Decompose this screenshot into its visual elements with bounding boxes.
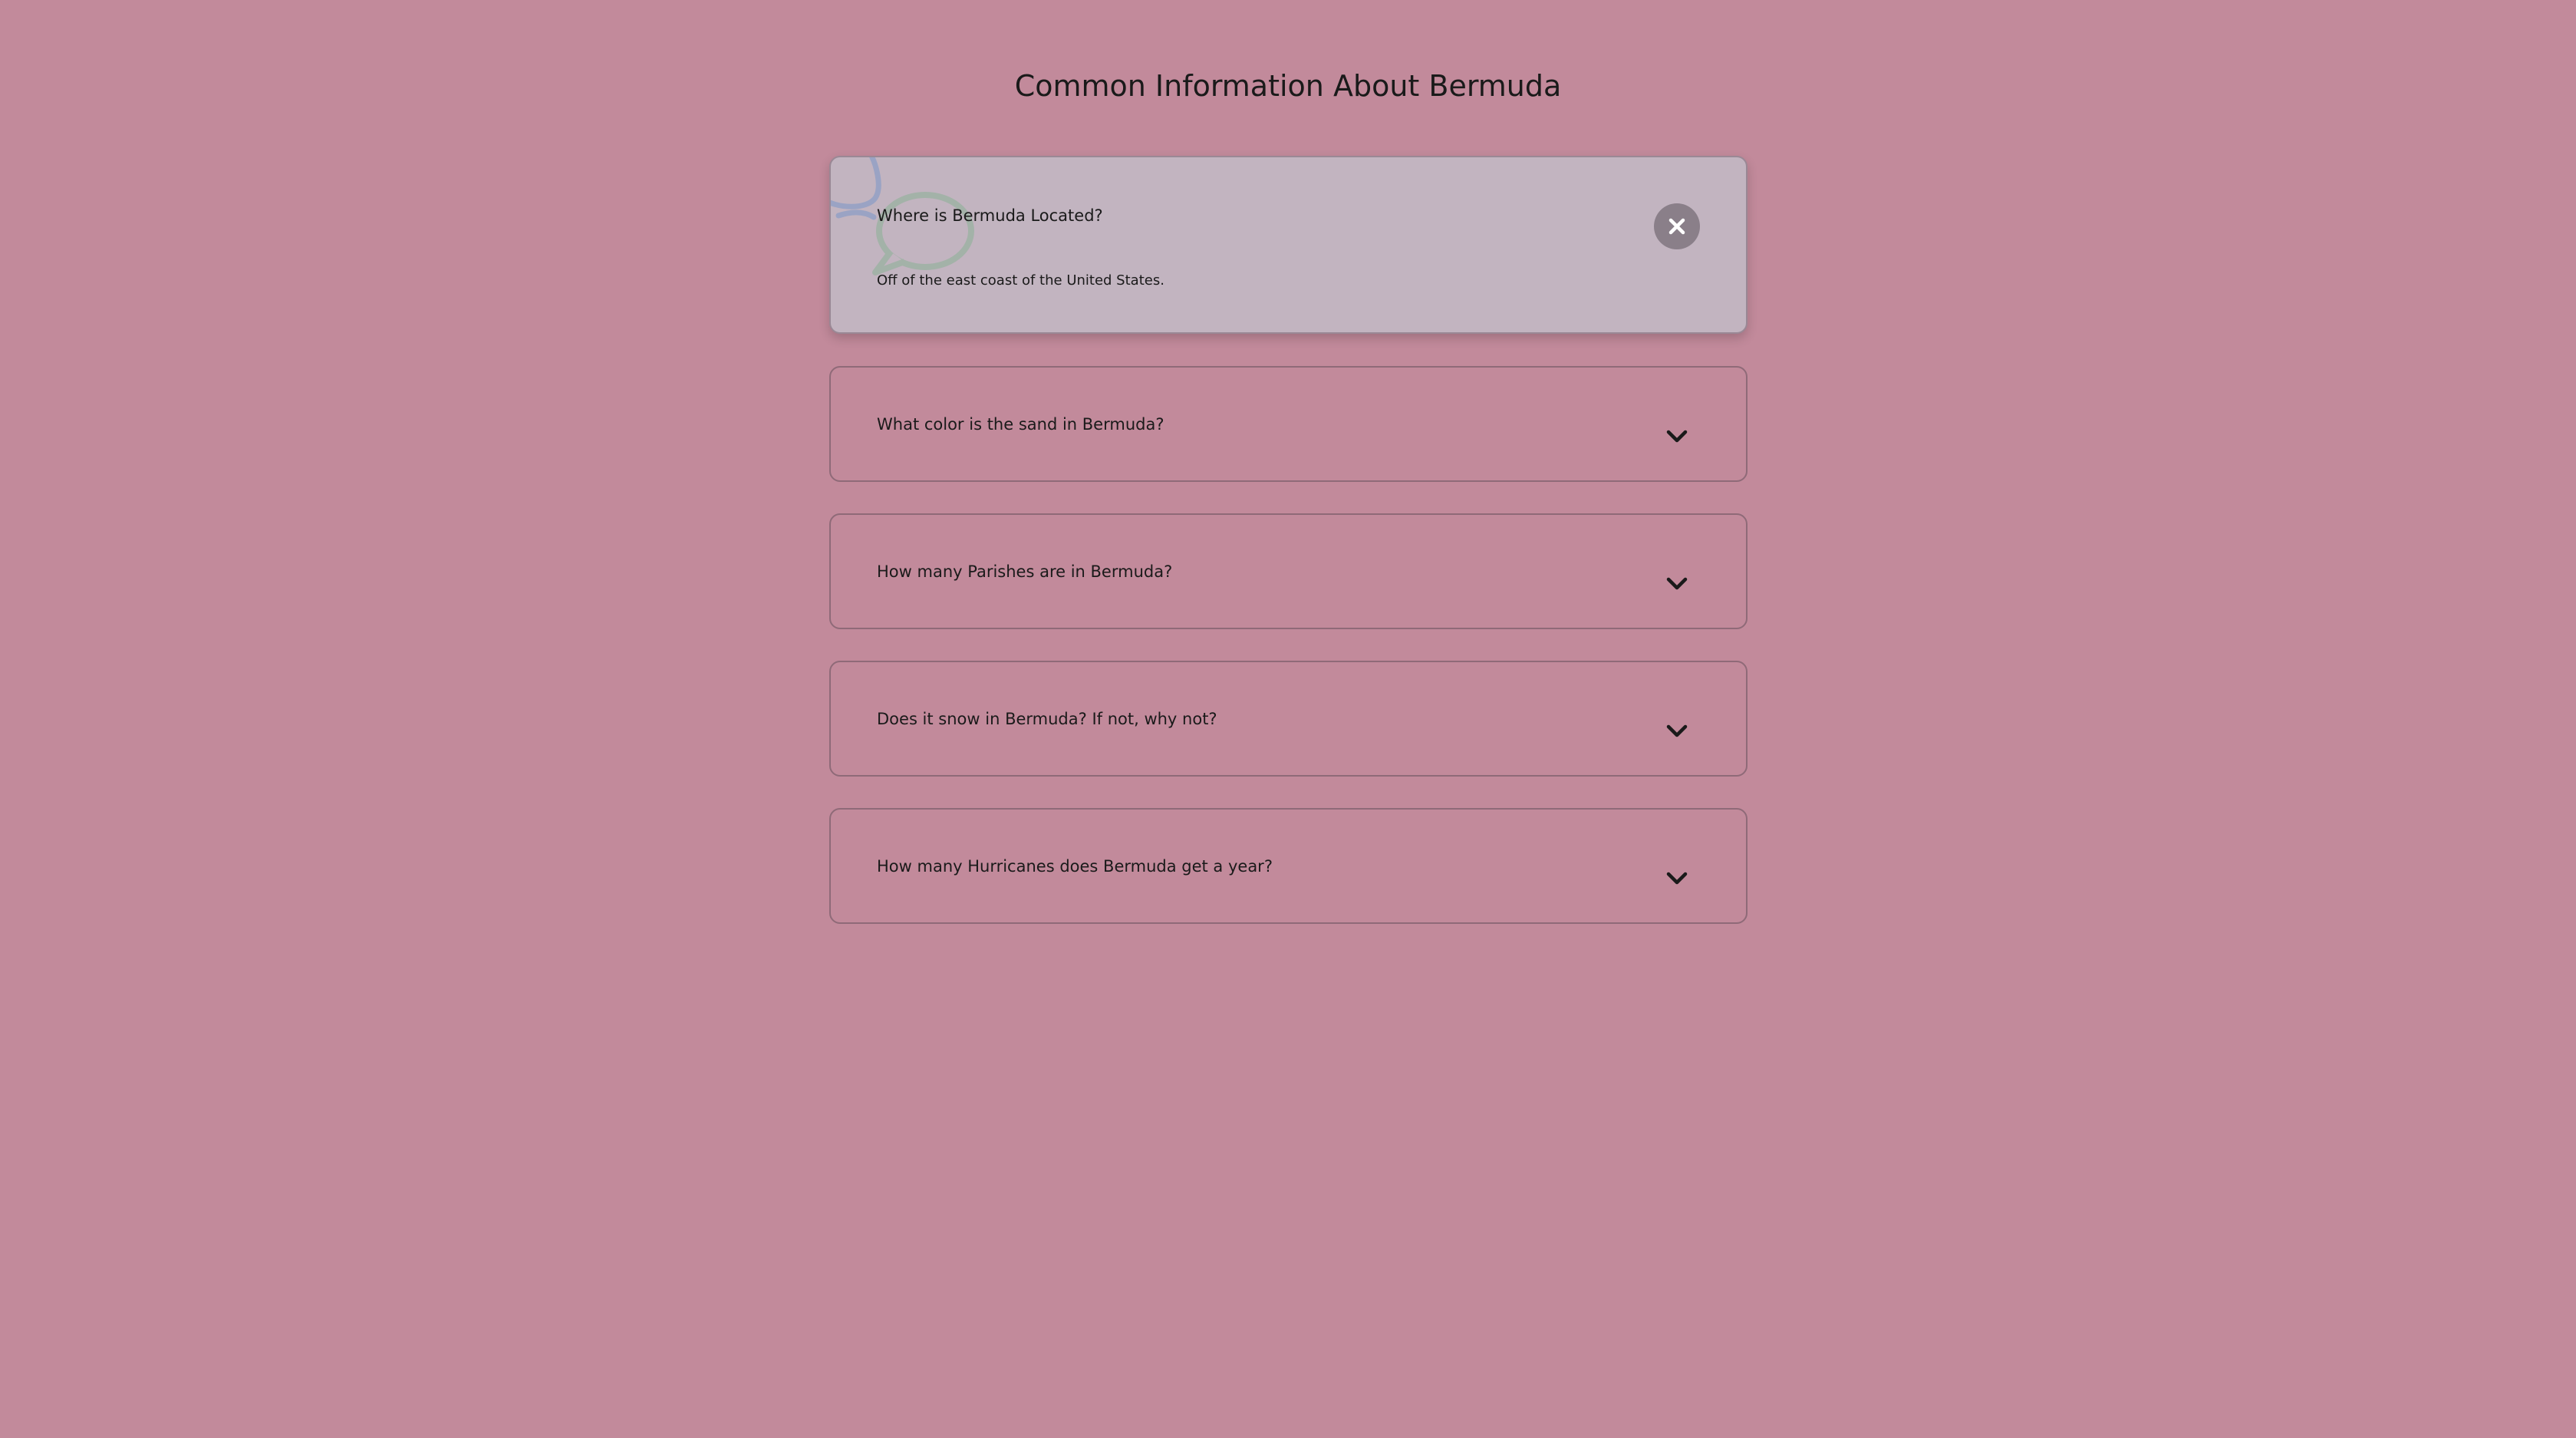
faq-item[interactable]: What color is the sand in Bermuda? <box>829 366 1748 482</box>
chevron-down-icon <box>1666 577 1688 590</box>
faq-item[interactable]: How many Parishes are in Bermuda? <box>829 513 1748 629</box>
expand-button[interactable] <box>1654 708 1700 754</box>
chevron-down-icon <box>1666 430 1688 443</box>
expand-button[interactable] <box>1654 561 1700 607</box>
page-title: Common Information About Bermuda <box>1014 69 1562 103</box>
faq-question: Does it snow in Bermuda? If not, why not… <box>877 710 1217 728</box>
faq-question: What color is the sand in Bermuda? <box>877 415 1164 434</box>
faq-item[interactable]: How many Hurricanes does Bermuda get a y… <box>829 808 1748 924</box>
chevron-down-icon <box>1666 724 1688 737</box>
expand-button[interactable] <box>1654 856 1700 902</box>
close-button[interactable] <box>1654 203 1700 249</box>
faq-question: Where is Bermuda Located? <box>877 206 1103 225</box>
faq-question: How many Parishes are in Bermuda? <box>877 562 1173 581</box>
expand-button[interactable] <box>1654 414 1700 460</box>
faq-item[interactable]: Does it snow in Bermuda? If not, why not… <box>829 661 1748 777</box>
close-icon <box>1668 218 1685 235</box>
faq-item[interactable]: Where is Bermuda Located? Off of the eas… <box>829 156 1748 334</box>
chevron-down-icon <box>1666 872 1688 885</box>
faq-question: How many Hurricanes does Bermuda get a y… <box>877 857 1273 876</box>
faq-answer: Off of the east coast of the United Stat… <box>877 272 1164 289</box>
